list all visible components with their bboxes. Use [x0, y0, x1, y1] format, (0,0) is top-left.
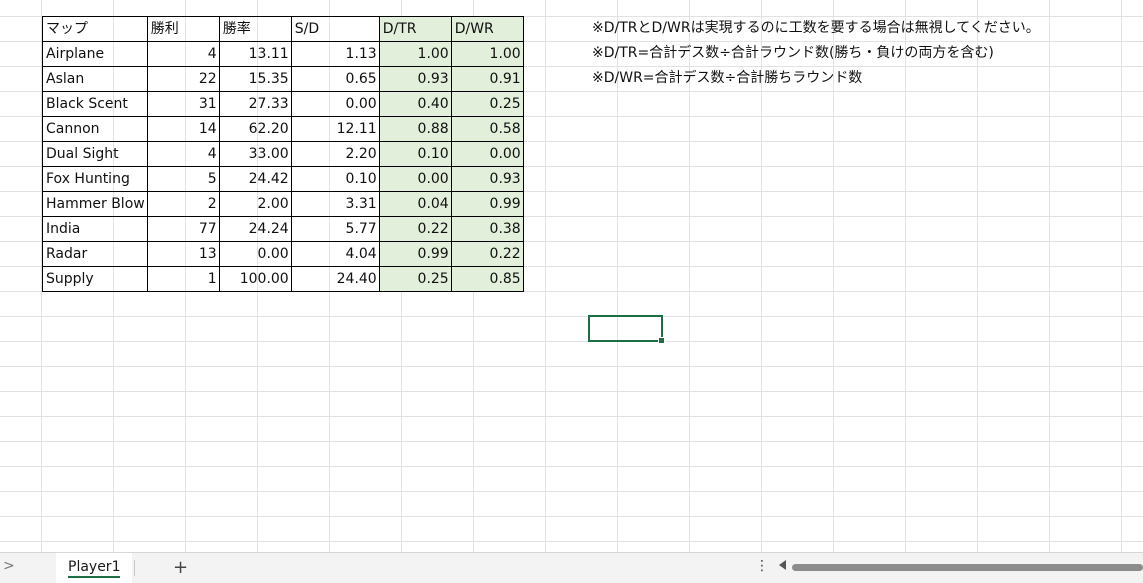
cell-wins[interactable]: 13	[146, 241, 220, 267]
cell-sd[interactable]: 0.65	[290, 66, 380, 92]
cell-wins[interactable]: 77	[146, 216, 220, 242]
cell-dwr[interactable]: 0.93	[450, 166, 524, 192]
cell-win-rate[interactable]: 0.00	[218, 241, 292, 267]
cell-win-rate[interactable]: 24.42	[218, 166, 292, 192]
cell-win-rate[interactable]: 2.00	[218, 191, 292, 217]
cell-dwr[interactable]: 0.22	[450, 241, 524, 267]
cell-win-rate[interactable]: 15.35	[218, 66, 292, 92]
table-row: Aslan 22 15.35 0.65 0.93 0.91	[42, 66, 524, 92]
note-dwr-definition[interactable]: ※D/WR=合計デス数÷合計勝ちラウンド数	[592, 66, 862, 91]
sheet-tab-label: Player1	[68, 559, 121, 578]
cell-win-rate[interactable]: 33.00	[218, 141, 292, 167]
cell-win-rate[interactable]: 13.11	[218, 41, 292, 67]
cell-dtr[interactable]: 0.25	[378, 266, 452, 292]
table-row: Hammer Blow 2 2.00 3.31 0.04 0.99	[42, 191, 524, 217]
cell-wins[interactable]: 22	[146, 66, 220, 92]
sheet-tab-bar: > Player1 + ⋮	[0, 552, 1143, 583]
header-cell-dwr[interactable]: D/WR	[450, 16, 524, 42]
cell-dtr[interactable]: 0.93	[378, 66, 452, 92]
cell-sd[interactable]: 5.77	[290, 216, 380, 242]
cell-win-rate[interactable]: 100.00	[218, 266, 292, 292]
cell-dtr[interactable]: 0.22	[378, 216, 452, 242]
table-row: Cannon 14 62.20 12.11 0.88 0.58	[42, 116, 524, 142]
cell-dtr[interactable]: 1.00	[378, 41, 452, 67]
cell-win-rate[interactable]: 24.24	[218, 216, 292, 242]
chevron-right-icon[interactable]: >	[3, 558, 15, 574]
cell-map[interactable]: Fox Hunting	[42, 166, 148, 192]
triangle-left-icon[interactable]	[779, 560, 786, 570]
table-row: Black Scent 31 27.33 0.00 0.40 0.25	[42, 91, 524, 117]
cell-win-rate[interactable]: 27.33	[218, 91, 292, 117]
cell-map[interactable]: India	[42, 216, 148, 242]
cell-dtr[interactable]: 0.99	[378, 241, 452, 267]
table-header-row: マップ 勝利 勝率 S/D D/TR D/WR	[42, 16, 524, 42]
table-row: India 77 24.24 5.77 0.22 0.38	[42, 216, 524, 242]
table-row: Supply 1 100.00 24.40 0.25 0.85	[42, 266, 524, 292]
header-cell-dtr[interactable]: D/TR	[378, 16, 452, 42]
cell-map[interactable]: Black Scent	[42, 91, 148, 117]
sheet-tab-player1[interactable]: Player1	[56, 553, 133, 583]
header-cell-sd[interactable]: S/D	[290, 16, 380, 42]
cell-dwr[interactable]: 0.91	[450, 66, 524, 92]
note-dtr-dwr-ignore[interactable]: ※D/TRとD/WRは実現するのに工数を要する場合は無視してください。	[592, 16, 1040, 41]
cell-map[interactable]: Supply	[42, 266, 148, 292]
selected-cell[interactable]	[588, 315, 665, 344]
tab-divider	[134, 560, 135, 576]
cell-wins[interactable]: 1	[146, 266, 220, 292]
header-cell-win-rate[interactable]: 勝率	[218, 16, 292, 42]
cell-map[interactable]: Hammer Blow	[42, 191, 148, 217]
cell-wins[interactable]: 4	[146, 41, 220, 67]
cell-sd[interactable]: 2.20	[290, 141, 380, 167]
cell-wins[interactable]: 31	[146, 91, 220, 117]
cell-sd[interactable]: 4.04	[290, 241, 380, 267]
cell-dwr[interactable]: 0.58	[450, 116, 524, 142]
table-row: Radar 13 0.00 4.04 0.99 0.22	[42, 241, 524, 267]
plus-icon[interactable]: +	[173, 556, 188, 580]
cell-sd[interactable]: 0.10	[290, 166, 380, 192]
cell-wins[interactable]: 4	[146, 141, 220, 167]
table-row: Dual Sight 4 33.00 2.20 0.10 0.00	[42, 141, 524, 167]
cell-dtr[interactable]: 0.88	[378, 116, 452, 142]
cell-dwr[interactable]: 0.85	[450, 266, 524, 292]
horizontal-scrollbar[interactable]	[792, 564, 1143, 571]
cell-dwr[interactable]: 0.25	[450, 91, 524, 117]
cell-sd[interactable]: 24.40	[290, 266, 380, 292]
cell-map[interactable]: Radar	[42, 241, 148, 267]
vertical-ellipsis-icon[interactable]: ⋮	[755, 558, 769, 574]
cell-win-rate[interactable]: 62.20	[218, 116, 292, 142]
cell-dtr[interactable]: 0.04	[378, 191, 452, 217]
cell-wins[interactable]: 14	[146, 116, 220, 142]
cell-sd[interactable]: 0.00	[290, 91, 380, 117]
cell-sd[interactable]: 1.13	[290, 41, 380, 67]
cell-wins[interactable]: 2	[146, 191, 220, 217]
cell-dwr[interactable]: 1.00	[450, 41, 524, 67]
fill-handle[interactable]	[658, 337, 665, 344]
cell-map[interactable]: Aslan	[42, 66, 148, 92]
table-row: Fox Hunting 5 24.42 0.10 0.00 0.93	[42, 166, 524, 192]
cell-map[interactable]: Airplane	[42, 41, 148, 67]
cell-sd[interactable]: 12.11	[290, 116, 380, 142]
cell-dwr[interactable]: 0.38	[450, 216, 524, 242]
cell-dtr[interactable]: 0.40	[378, 91, 452, 117]
data-table: マップ 勝利 勝率 S/D D/TR D/WR Airplane 4 13.11…	[42, 16, 524, 292]
cell-dtr[interactable]: 0.00	[378, 166, 452, 192]
spreadsheet-grid[interactable]: マップ 勝利 勝率 S/D D/TR D/WR Airplane 4 13.11…	[0, 0, 1143, 552]
cell-dwr[interactable]: 0.99	[450, 191, 524, 217]
note-dtr-definition[interactable]: ※D/TR=合計デス数÷合計ラウンド数(勝ち・負けの両方を含む)	[592, 41, 994, 66]
cell-map[interactable]: Dual Sight	[42, 141, 148, 167]
cell-dtr[interactable]: 0.10	[378, 141, 452, 167]
header-cell-wins[interactable]: 勝利	[146, 16, 220, 42]
table-row: Airplane 4 13.11 1.13 1.00 1.00	[42, 41, 524, 67]
header-cell-map[interactable]: マップ	[42, 16, 148, 42]
cell-wins[interactable]: 5	[146, 166, 220, 192]
cell-sd[interactable]: 3.31	[290, 191, 380, 217]
cell-map[interactable]: Cannon	[42, 116, 148, 142]
cell-dwr[interactable]: 0.00	[450, 141, 524, 167]
